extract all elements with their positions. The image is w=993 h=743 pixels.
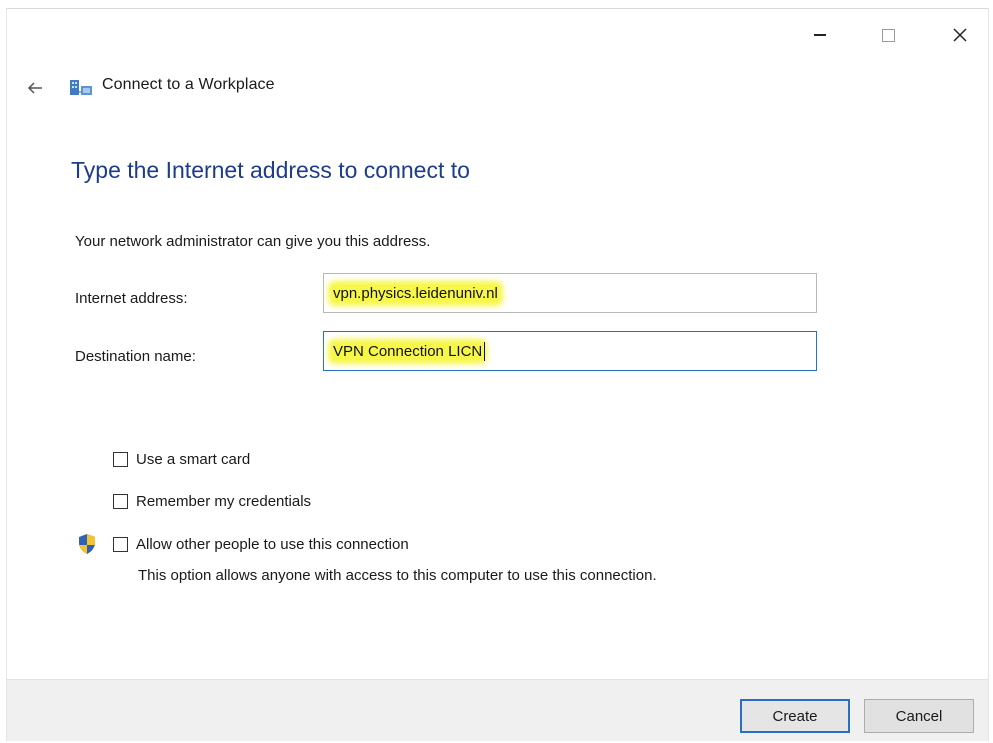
maximize-icon xyxy=(881,28,895,42)
close-icon xyxy=(953,28,967,42)
back-button[interactable] xyxy=(23,77,47,99)
smart-card-option[interactable]: Use a smart card xyxy=(113,451,250,468)
cancel-button[interactable]: Cancel xyxy=(864,699,974,733)
allow-others-helper-text: This option allows anyone with access to… xyxy=(138,567,657,584)
minimize-icon xyxy=(814,34,826,36)
allow-others-checkbox[interactable] xyxy=(113,537,128,552)
page-heading: Type the Internet address to connect to xyxy=(71,157,470,183)
smart-card-label: Use a smart card xyxy=(136,451,251,468)
connect-workplace-window: Connect to a Workplace Type the Internet… xyxy=(6,8,989,741)
destination-name-value: VPN Connection LICN xyxy=(332,342,484,360)
close-button[interactable] xyxy=(937,19,983,51)
create-button[interactable]: Create xyxy=(740,699,850,733)
network-icon xyxy=(70,80,92,95)
minimize-button[interactable] xyxy=(797,19,843,51)
maximize-button[interactable] xyxy=(865,19,911,51)
instruction-text: Your network administrator can give you … xyxy=(75,233,431,250)
smart-card-checkbox[interactable] xyxy=(113,452,128,467)
window-title: Connect to a Workplace xyxy=(102,76,275,93)
remember-credentials-option[interactable]: Remember my credentials xyxy=(113,493,311,510)
allow-others-label: Allow other people to use this connectio… xyxy=(136,536,409,553)
destination-name-label: Destination name: xyxy=(75,348,196,365)
remember-credentials-checkbox[interactable] xyxy=(113,494,128,509)
allow-others-option[interactable]: Allow other people to use this connectio… xyxy=(113,536,409,553)
text-caret xyxy=(484,341,486,361)
internet-address-input[interactable]: vpn.physics.leidenuniv.nl xyxy=(323,273,817,313)
shield-icon xyxy=(79,534,95,554)
internet-address-label: Internet address: xyxy=(75,290,188,307)
back-arrow-icon xyxy=(27,82,42,94)
dialog-footer: Create Cancel xyxy=(7,679,988,741)
remember-credentials-label: Remember my credentials xyxy=(136,493,312,510)
internet-address-value: vpn.physics.leidenuniv.nl xyxy=(332,284,499,302)
destination-name-input[interactable]: VPN Connection LICN xyxy=(323,331,817,371)
